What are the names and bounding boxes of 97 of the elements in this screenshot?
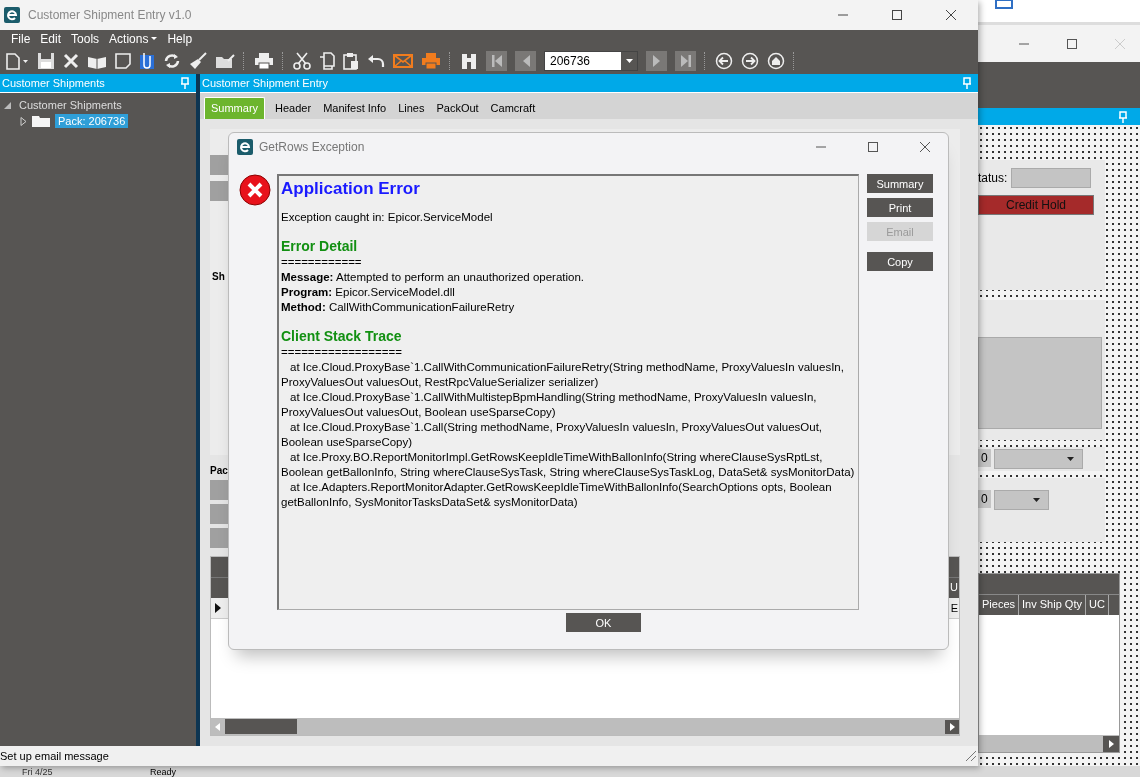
- refresh-icon[interactable]: [163, 51, 181, 70]
- close-icon[interactable]: [945, 9, 957, 21]
- close-icon[interactable]: [919, 141, 931, 153]
- broom-icon[interactable]: [189, 51, 207, 70]
- paste-icon[interactable]: [343, 51, 359, 70]
- section-label: Pac: [210, 465, 228, 476]
- menu-item[interactable]: Help: [162, 31, 198, 46]
- stack-trace-line: at Ice.Adapters.ReportMonitorAdapter.GetRowsKeepIdleTimeWithBallonInfo(SearchOptions opts, Boolean getBallonInfo, SysMonitorTasksDataSet& sysMonitorData): [281, 480, 833, 510]
- menu-item[interactable]: Tools: [66, 31, 105, 46]
- tab[interactable]: Manifest Info: [317, 98, 393, 119]
- error-icon: [239, 174, 271, 206]
- caret-icon: [1066, 457, 1074, 461]
- dialog-title: GetRows Exception: [259, 140, 365, 154]
- menu-item[interactable]: Edit: [35, 31, 67, 46]
- app-logo-icon: [237, 139, 253, 155]
- expander-icon[interactable]: [4, 101, 11, 109]
- date-label: Fri 4/25: [22, 766, 54, 777]
- caret-icon: [625, 58, 633, 63]
- value-field[interactable]: 0: [978, 490, 991, 508]
- folder-icon: [32, 115, 50, 127]
- value-field[interactable]: 0: [978, 449, 991, 467]
- expander-icon[interactable]: [20, 116, 27, 126]
- tab[interactable]: PackOut: [430, 98, 485, 119]
- maximize-icon[interactable]: [891, 9, 903, 21]
- section-heading: Client Stack Trace: [281, 327, 403, 345]
- first-record-button[interactable]: [486, 50, 507, 71]
- status-label: tatus:: [978, 171, 1008, 185]
- copy-icon[interactable]: [319, 51, 335, 70]
- mail-icon[interactable]: [393, 52, 413, 69]
- scroll-right-icon[interactable]: [945, 719, 959, 734]
- tab[interactable]: Lines: [392, 98, 431, 119]
- caret-icon: [151, 37, 158, 40]
- next-record-button[interactable]: [646, 50, 667, 71]
- record-field[interactable]: 206736: [544, 50, 638, 71]
- stack-trace-line: at Ice.Cloud.ProxyBase`1.CallWithCommunicationFailureRetry(String methodName, ProxyValuesIn valuesIn, ProxyValuesOut valuesOut, RestRpcValueSerializer serializer): [281, 360, 845, 390]
- detail-line: Method: CallWithCommunicationFailureRetry: [281, 300, 516, 315]
- window-icon: [995, 0, 1013, 10]
- status-field[interactable]: [1011, 168, 1092, 188]
- ok-button[interactable]: OK: [566, 613, 641, 632]
- panel-title: Customer Shipments: [2, 77, 105, 89]
- note-icon[interactable]: [115, 52, 131, 69]
- panel-title: Customer Shipment Entry: [202, 77, 328, 89]
- attachment-icon[interactable]: [139, 51, 155, 70]
- undo-icon[interactable]: [367, 52, 385, 69]
- scroll-thumb[interactable]: [225, 719, 297, 734]
- error-heading: Application Error: [281, 178, 421, 200]
- status-text: Ready: [150, 766, 176, 777]
- table-cell: E: [950, 602, 958, 614]
- pin-icon[interactable]: [962, 77, 972, 89]
- stack-trace-line: at Ice.Cloud.ProxyBase`1.Call(String methodName, ProxyValuesIn valuesIn, ProxyValuesOut valuesOut, Boolean useSparseCopy): [281, 420, 823, 450]
- detail-line: Exception caught in: Epicor.ServiceModel: [281, 210, 494, 225]
- dialog-button[interactable]: Copy: [867, 252, 933, 271]
- dialog-button[interactable]: Summary: [867, 174, 933, 193]
- scrollbar[interactable]: [211, 718, 959, 735]
- pin-icon[interactable]: [1118, 110, 1128, 123]
- first-icon: [490, 53, 503, 68]
- section-heading: Error Detail: [281, 237, 359, 255]
- section-label: Sh: [211, 271, 225, 282]
- detail-line: ==================: [281, 345, 403, 360]
- forward-icon[interactable]: [741, 51, 759, 70]
- last-record-button[interactable]: [675, 50, 696, 71]
- menu-item[interactable]: File: [6, 31, 36, 46]
- delete-icon[interactable]: [63, 52, 79, 69]
- resize-grip-icon[interactable]: [966, 751, 976, 761]
- column-header[interactable]: Pieces: [979, 595, 1020, 615]
- next-icon: [651, 53, 662, 68]
- tree-item[interactable]: Customer Shipments: [16, 98, 125, 112]
- folder-icon[interactable]: [215, 52, 235, 69]
- pin-icon[interactable]: [180, 77, 190, 89]
- caret-icon: [1032, 498, 1040, 502]
- new-document-icon[interactable]: [5, 51, 29, 70]
- tab[interactable]: Camcraft: [484, 98, 542, 119]
- print-icon[interactable]: [254, 51, 274, 70]
- last-icon: [679, 53, 692, 68]
- menu-item[interactable]: Actions: [104, 31, 163, 46]
- tab[interactable]: Header: [269, 98, 318, 119]
- column-header[interactable]: UC: [1085, 595, 1109, 615]
- status-text: Set up email message: [0, 750, 109, 762]
- window-title: Customer Shipment Entry v1.0: [28, 8, 192, 22]
- stack-trace-line: at Ice.Cloud.ProxyBase`1.CallWithMultistepBpmHandling(String methodName, ProxyValuesIn valuesIn, ProxyValuesOut valuesOut, Boolean useSparseCopy): [281, 390, 818, 420]
- home-icon[interactable]: [767, 51, 785, 70]
- stack-trace-line: at Ice.Proxy.BO.ReportMonitorImpl.GetRowsKeepIdleTimeWithBallonInfo(String whereClauseSysRptLst, Boolean getBallonInfo, String whereClauseSysTask, String whereClauseSysTaskLog, DataSet& sysMonitorData): [281, 450, 856, 480]
- app-logo-icon: [4, 7, 20, 23]
- cut-icon[interactable]: [293, 51, 311, 70]
- back-icon[interactable]: [715, 51, 733, 70]
- detail-line: Program: Epicor.ServiceModel.dll: [281, 285, 456, 300]
- scroll-right-icon[interactable]: [1103, 735, 1119, 752]
- row-pointer-icon: [215, 603, 221, 613]
- previous-record-button[interactable]: [515, 50, 536, 71]
- detail-line: Message: Attempted to perform an unauthorized operation.: [281, 270, 586, 285]
- maximize-icon[interactable]: [867, 141, 879, 153]
- credit-hold-banner: Credit Hold: [978, 195, 1094, 215]
- maximize-icon[interactable]: [1066, 37, 1078, 50]
- detail-line: ============: [281, 255, 363, 270]
- save-icon[interactable]: [37, 51, 55, 70]
- dialog-button[interactable]: Print: [867, 198, 933, 217]
- column-header[interactable]: Inv Ship Qty: [1019, 595, 1086, 615]
